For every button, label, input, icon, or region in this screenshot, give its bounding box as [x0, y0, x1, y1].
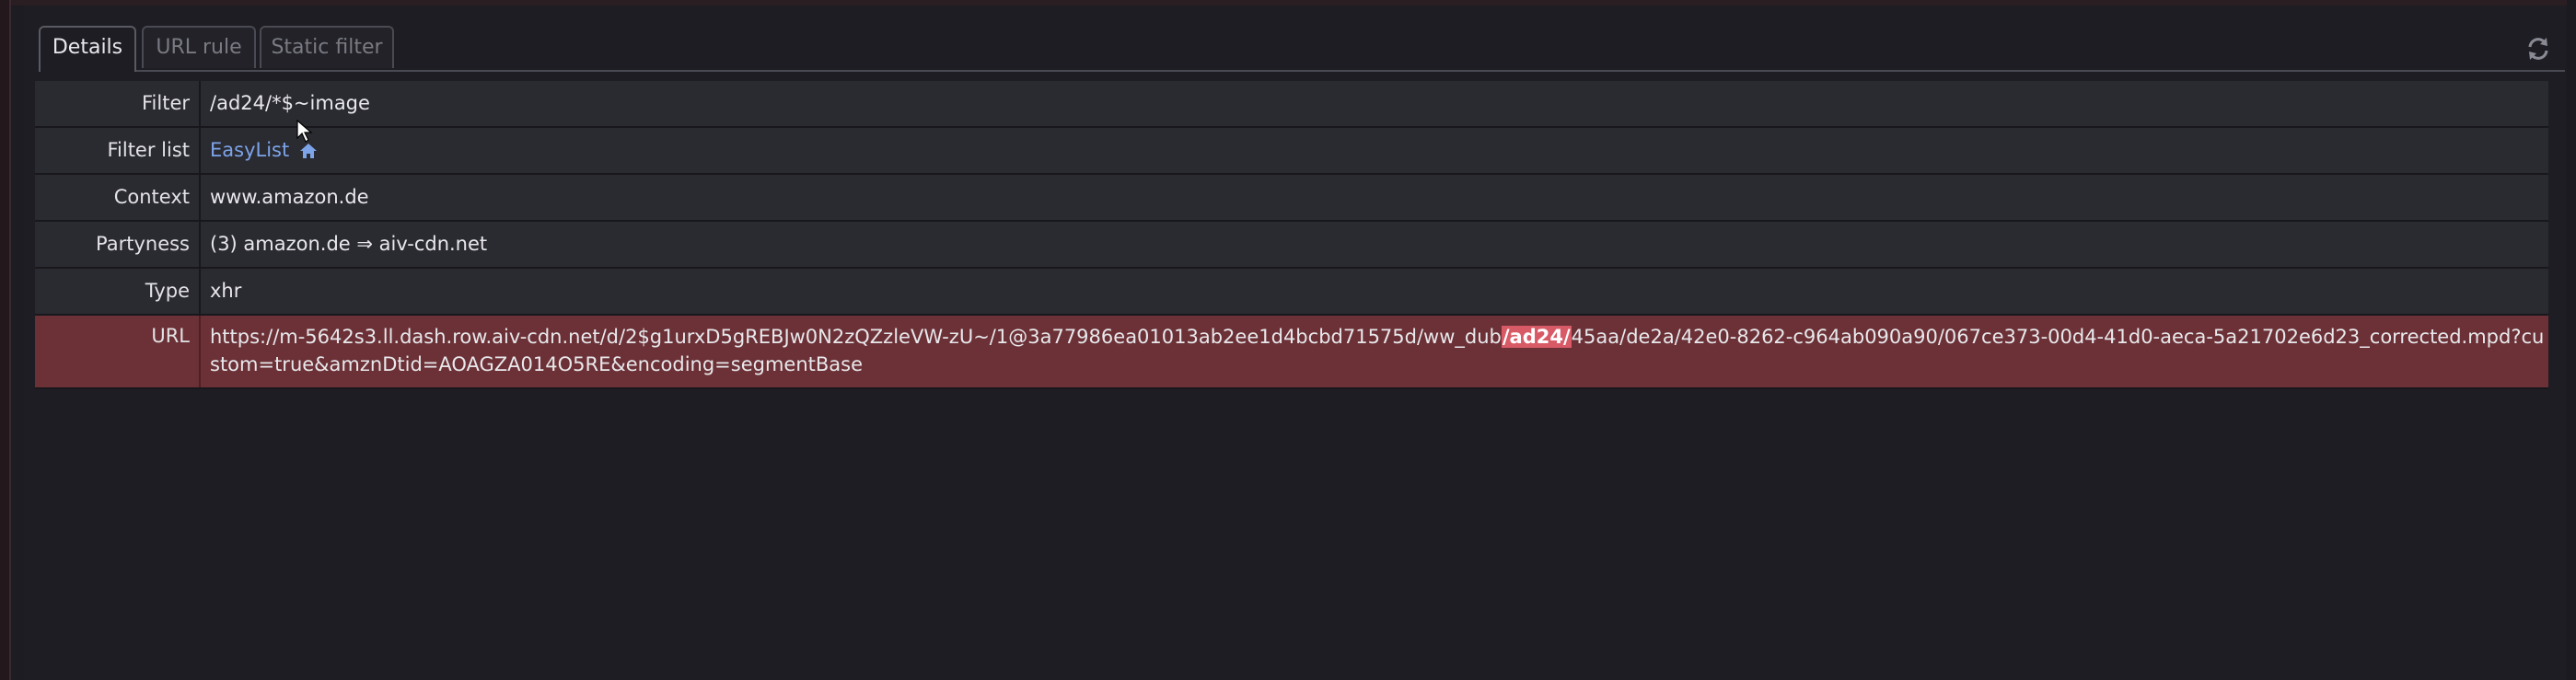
filter-list-value: EasyList [201, 128, 2548, 173]
home-icon[interactable] [299, 142, 318, 160]
refresh-icon[interactable] [2524, 35, 2552, 63]
mouse-cursor-icon [296, 120, 313, 143]
partyness-value: (3) amazon.de ⇒ aiv-cdn.net [210, 233, 488, 255]
context-value[interactable]: www.amazon.de [201, 175, 2548, 220]
row-type: Type xhr [35, 269, 2548, 316]
url-match-highlight: /ad24/ [1501, 326, 1572, 348]
tab-details[interactable]: Details [39, 26, 136, 72]
row-partyness: Partyness (3) amazon.de ⇒ aiv-cdn.net [35, 222, 2548, 269]
tab-bar: Details URL rule Static filter [39, 26, 2565, 72]
row-context: Context www.amazon.de [35, 175, 2548, 222]
url-prefix: https://m-5642s3.ll.dash.row.aiv-cdn.net… [210, 326, 1502, 348]
row-filter-list: Filter list EasyList [35, 128, 2548, 175]
background-right-edge [2567, 0, 2576, 680]
row-url: URL https://m-5642s3.ll.dash.row.aiv-cdn… [35, 316, 2548, 389]
url-label: URL [35, 316, 201, 387]
filter-value[interactable]: /ad24/*$~image [201, 81, 2548, 126]
background-left-edge [0, 0, 11, 680]
filter-list-label: Filter list [35, 128, 201, 173]
tab-url-rule[interactable]: URL rule [142, 26, 256, 68]
details-table: Filter /ad24/*$~image Filter list EasyLi… [35, 81, 2548, 389]
type-label: Type [35, 269, 201, 314]
details-dialog: Details URL rule Static filter Filter /a… [24, 6, 2565, 680]
filter-list-link[interactable]: EasyList [210, 139, 289, 161]
context-label: Context [35, 175, 201, 220]
filter-label: Filter [35, 81, 201, 126]
tab-static-filter[interactable]: Static filter [260, 26, 394, 68]
partyness-label: Partyness [35, 222, 201, 267]
type-value: xhr [210, 280, 242, 302]
url-value[interactable]: https://m-5642s3.ll.dash.row.aiv-cdn.net… [201, 316, 2548, 387]
row-filter: Filter /ad24/*$~image [35, 81, 2548, 128]
